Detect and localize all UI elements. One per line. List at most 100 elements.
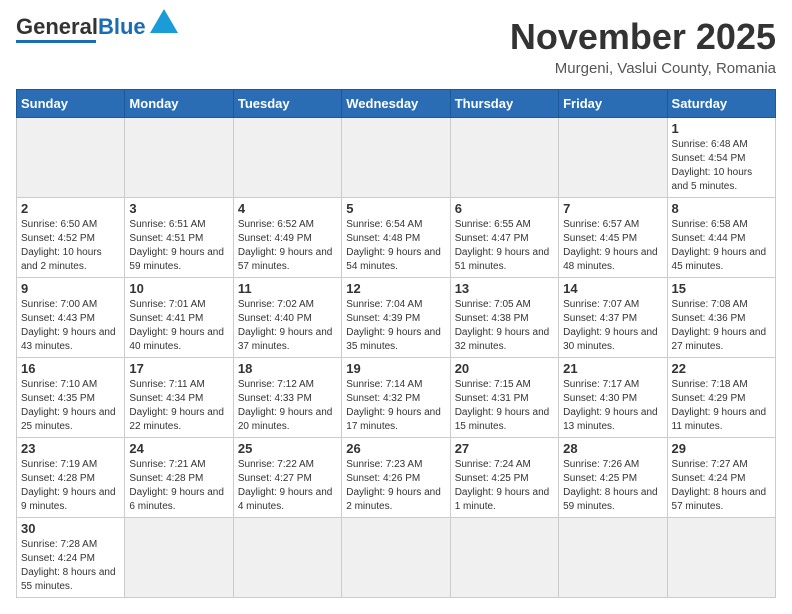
calendar-table: SundayMondayTuesdayWednesdayThursdayFrid…: [16, 89, 776, 598]
day-info: Sunrise: 7:15 AM Sunset: 4:31 PM Dayligh…: [455, 378, 554, 434]
day-number: 27: [455, 441, 554, 456]
day-info: Sunrise: 7:01 AM Sunset: 4:41 PM Dayligh…: [129, 298, 228, 354]
day-number: 16: [21, 361, 120, 376]
calendar-cell: 3 Sunrise: 6:51 AM Sunset: 4:51 PM Daylig…: [125, 198, 233, 278]
calendar-cell: [233, 518, 341, 598]
day-number: 26: [346, 441, 445, 456]
day-info: Sunrise: 7:17 AM Sunset: 4:30 PM Dayligh…: [563, 378, 662, 434]
day-info: Sunrise: 6:58 AM Sunset: 4:44 PM Dayligh…: [672, 218, 771, 274]
calendar-cell: 20Sunrise: 7:15 AM Sunset: 4:31 PM Dayli…: [450, 358, 558, 438]
day-number: 13: [455, 281, 554, 296]
calendar-cell: 8 Sunrise: 6:58 AM Sunset: 4:44 PM Daylig…: [667, 198, 775, 278]
calendar-cell: 17 Sunrise: 7:11 AM Sunset: 4:34 PM Dayli…: [125, 358, 233, 438]
calendar-cell: 14 Sunrise: 7:07 AM Sunset: 4:37 PM Dayli…: [559, 278, 667, 358]
day-info: Sunrise: 6:57 AM Sunset: 4:45 PM Dayligh…: [563, 218, 662, 274]
calendar-cell: 1Sunrise: 6:48 AM Sunset: 4:54 PM Daylig…: [667, 118, 775, 198]
weekday-header-row: SundayMondayTuesdayWednesdayThursdayFrid…: [17, 90, 776, 118]
day-info: Sunrise: 7:24 AM Sunset: 4:25 PM Dayligh…: [455, 458, 554, 514]
day-number: 8: [672, 201, 771, 216]
weekday-header-sunday: Sunday: [17, 90, 125, 118]
calendar-cell: [125, 118, 233, 198]
day-info: Sunrise: 7:10 AM Sunset: 4:35 PM Dayligh…: [21, 378, 120, 434]
day-number: 24: [129, 441, 228, 456]
day-info: Sunrise: 7:05 AM Sunset: 4:38 PM Dayligh…: [455, 298, 554, 354]
weekday-header-saturday: Saturday: [667, 90, 775, 118]
day-number: 1: [672, 121, 771, 136]
logo-text: GeneralBlue: [16, 16, 146, 38]
day-number: 14: [563, 281, 662, 296]
calendar-cell: [450, 518, 558, 598]
title-area: November 2025 Murgeni, Vaslui County, Ro…: [510, 16, 776, 77]
page-header: GeneralBlue November 2025 Murgeni, Vaslu…: [16, 16, 776, 77]
day-info: Sunrise: 7:19 AM Sunset: 4:28 PM Dayligh…: [21, 458, 120, 514]
day-info: Sunrise: 7:21 AM Sunset: 4:28 PM Dayligh…: [129, 458, 228, 514]
calendar-cell: [17, 118, 125, 198]
day-info: Sunrise: 6:52 AM Sunset: 4:49 PM Dayligh…: [238, 218, 337, 274]
day-info: Sunrise: 7:07 AM Sunset: 4:37 PM Dayligh…: [563, 298, 662, 354]
calendar-cell: 19 Sunrise: 7:14 AM Sunset: 4:32 PM Dayli…: [342, 358, 450, 438]
calendar-cell: 15Sunrise: 7:08 AM Sunset: 4:36 PM Dayli…: [667, 278, 775, 358]
week-row-5: 30Sunrise: 7:28 AM Sunset: 4:24 PM Dayli…: [17, 518, 776, 598]
day-number: 5: [346, 201, 445, 216]
day-info: Sunrise: 6:54 AM Sunset: 4:48 PM Dayligh…: [346, 218, 445, 274]
day-info: Sunrise: 6:51 AM Sunset: 4:51 PM Dayligh…: [129, 218, 228, 274]
day-info: Sunrise: 6:50 AM Sunset: 4:52 PM Dayligh…: [21, 218, 120, 274]
week-row-2: 9Sunrise: 7:00 AM Sunset: 4:43 PM Daylig…: [17, 278, 776, 358]
logo-underline: [16, 40, 96, 43]
calendar-cell: 24 Sunrise: 7:21 AM Sunset: 4:28 PM Dayli…: [125, 438, 233, 518]
week-row-4: 23 Sunrise: 7:19 AM Sunset: 4:28 PM Dayli…: [17, 438, 776, 518]
day-number: 23: [21, 441, 120, 456]
day-number: 12: [346, 281, 445, 296]
calendar-cell: 11 Sunrise: 7:02 AM Sunset: 4:40 PM Dayli…: [233, 278, 341, 358]
calendar-cell: 30Sunrise: 7:28 AM Sunset: 4:24 PM Dayli…: [17, 518, 125, 598]
calendar-cell: 5 Sunrise: 6:54 AM Sunset: 4:48 PM Daylig…: [342, 198, 450, 278]
day-info: Sunrise: 7:11 AM Sunset: 4:34 PM Dayligh…: [129, 378, 228, 434]
day-info: Sunrise: 7:12 AM Sunset: 4:33 PM Dayligh…: [238, 378, 337, 434]
calendar-cell: [342, 518, 450, 598]
day-info: Sunrise: 7:14 AM Sunset: 4:32 PM Dayligh…: [346, 378, 445, 434]
day-info: Sunrise: 6:55 AM Sunset: 4:47 PM Dayligh…: [455, 218, 554, 274]
week-row-1: 2 Sunrise: 6:50 AM Sunset: 4:52 PM Daylig…: [17, 198, 776, 278]
calendar-cell: 21Sunrise: 7:17 AM Sunset: 4:30 PM Dayli…: [559, 358, 667, 438]
calendar-cell: 22 Sunrise: 7:18 AM Sunset: 4:29 PM Dayli…: [667, 358, 775, 438]
calendar-cell: [667, 518, 775, 598]
calendar-cell: 9Sunrise: 7:00 AM Sunset: 4:43 PM Daylig…: [17, 278, 125, 358]
calendar-cell: 12 Sunrise: 7:04 AM Sunset: 4:39 PM Dayli…: [342, 278, 450, 358]
day-number: 2: [21, 201, 120, 216]
weekday-header-wednesday: Wednesday: [342, 90, 450, 118]
day-number: 11: [238, 281, 337, 296]
day-number: 7: [563, 201, 662, 216]
day-number: 17: [129, 361, 228, 376]
day-number: 30: [21, 521, 120, 536]
calendar-cell: 10Sunrise: 7:01 AM Sunset: 4:41 PM Dayli…: [125, 278, 233, 358]
day-info: Sunrise: 7:27 AM Sunset: 4:24 PM Dayligh…: [672, 458, 771, 514]
calendar-cell: 7 Sunrise: 6:57 AM Sunset: 4:45 PM Daylig…: [559, 198, 667, 278]
calendar-cell: 16 Sunrise: 7:10 AM Sunset: 4:35 PM Dayli…: [17, 358, 125, 438]
calendar-cell: 28 Sunrise: 7:26 AM Sunset: 4:25 PM Dayli…: [559, 438, 667, 518]
calendar-cell: 26 Sunrise: 7:23 AM Sunset: 4:26 PM Dayli…: [342, 438, 450, 518]
weekday-header-thursday: Thursday: [450, 90, 558, 118]
calendar-cell: 4Sunrise: 6:52 AM Sunset: 4:49 PM Daylig…: [233, 198, 341, 278]
calendar-title: November 2025: [510, 16, 776, 58]
calendar-cell: [342, 118, 450, 198]
day-number: 6: [455, 201, 554, 216]
day-info: Sunrise: 7:18 AM Sunset: 4:29 PM Dayligh…: [672, 378, 771, 434]
calendar-cell: [450, 118, 558, 198]
day-info: Sunrise: 7:26 AM Sunset: 4:25 PM Dayligh…: [563, 458, 662, 514]
day-number: 19: [346, 361, 445, 376]
calendar-cell: 23 Sunrise: 7:19 AM Sunset: 4:28 PM Dayli…: [17, 438, 125, 518]
day-info: Sunrise: 7:23 AM Sunset: 4:26 PM Dayligh…: [346, 458, 445, 514]
calendar-cell: [233, 118, 341, 198]
day-info: Sunrise: 7:02 AM Sunset: 4:40 PM Dayligh…: [238, 298, 337, 354]
calendar-cell: 25Sunrise: 7:22 AM Sunset: 4:27 PM Dayli…: [233, 438, 341, 518]
day-number: 28: [563, 441, 662, 456]
day-number: 22: [672, 361, 771, 376]
calendar-cell: 6 Sunrise: 6:55 AM Sunset: 4:47 PM Daylig…: [450, 198, 558, 278]
day-number: 3: [129, 201, 228, 216]
calendar-cell: 18 Sunrise: 7:12 AM Sunset: 4:33 PM Dayli…: [233, 358, 341, 438]
day-info: Sunrise: 7:04 AM Sunset: 4:39 PM Dayligh…: [346, 298, 445, 354]
calendar-cell: [559, 118, 667, 198]
weekday-header-friday: Friday: [559, 90, 667, 118]
day-number: 9: [21, 281, 120, 296]
day-number: 18: [238, 361, 337, 376]
